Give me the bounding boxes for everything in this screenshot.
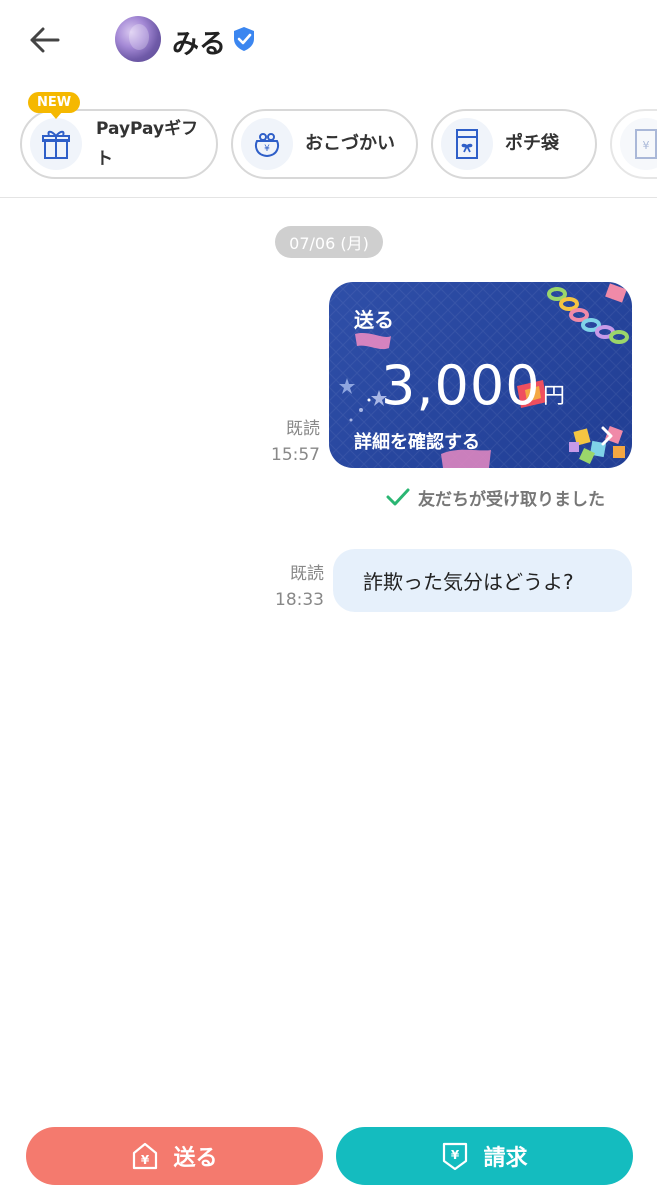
envelope-bow-icon <box>441 118 493 170</box>
read-label: 既読 <box>290 564 324 584</box>
card-title: 送る <box>354 308 394 332</box>
request-label: 請求 <box>483 1146 528 1171</box>
pochi-bukuro-button[interactable]: ポチ袋 <box>431 109 597 179</box>
svg-text:¥: ¥ <box>451 1148 460 1162</box>
svg-text:¥: ¥ <box>643 139 650 152</box>
message-text: 詐欺った気分はどうよ? <box>363 570 574 594</box>
yen-card-button[interactable]: ¥ <box>610 109 657 179</box>
coin-purse-icon: ¥ <box>241 118 293 170</box>
request-button[interactable]: ¥ 請求 <box>336 1127 633 1185</box>
paypay-gift-button[interactable]: PayPayギフ ト <box>20 109 218 179</box>
money-transfer-card[interactable]: 送る 3,000 円 詳細を確認する <box>329 282 632 468</box>
paypay-gift-label: PayPayギフ ト <box>96 119 199 169</box>
chat-header: みる <box>0 0 657 80</box>
yen-house-icon: ¥ <box>133 1142 158 1170</box>
chevron-right-icon <box>601 426 613 446</box>
message-meta-1: 既読 15:57 <box>266 416 320 468</box>
transfer-amount: 3,000 <box>381 354 541 417</box>
arrow-left-icon <box>30 27 60 53</box>
message-time: 15:57 <box>271 445 320 465</box>
gift-options-row: NEW PayPayギフ ト ¥ おこづかい ポチ袋 ¥ <box>0 92 657 198</box>
currency-label: 円 <box>543 384 566 409</box>
verified-check-icon <box>234 27 254 51</box>
message-bubble[interactable]: 詐欺った気分はどうよ? <box>333 549 632 612</box>
check-icon <box>386 488 410 506</box>
view-details-link[interactable]: 詳細を確認する <box>354 428 480 454</box>
svg-text:¥: ¥ <box>264 144 270 154</box>
svg-text:¥: ¥ <box>141 1153 150 1167</box>
gift-box-icon <box>30 118 82 170</box>
avatar[interactable] <box>115 16 161 62</box>
read-label: 既読 <box>286 419 320 439</box>
yen-shield-icon: ¥ <box>443 1142 468 1171</box>
contact-name[interactable]: みる <box>172 22 226 61</box>
message-time: 18:33 <box>275 590 324 610</box>
message-meta-2: 既読 18:33 <box>268 561 324 613</box>
new-badge: NEW <box>28 92 81 119</box>
pochi-bukuro-label: ポチ袋 <box>505 133 559 154</box>
back-button[interactable] <box>22 20 68 60</box>
okozukai-label: おこづかい <box>305 133 395 154</box>
received-status: 友だちが受け取りました <box>386 484 605 510</box>
send-label: 送る <box>173 1146 218 1171</box>
received-status-text: 友だちが受け取りました <box>418 489 605 510</box>
date-separator: 07/06 (月) <box>275 226 383 258</box>
yen-card-icon: ¥ <box>620 118 657 170</box>
send-button[interactable]: ¥ 送る <box>26 1127 323 1185</box>
okozukai-button[interactable]: ¥ おこづかい <box>231 109 418 179</box>
